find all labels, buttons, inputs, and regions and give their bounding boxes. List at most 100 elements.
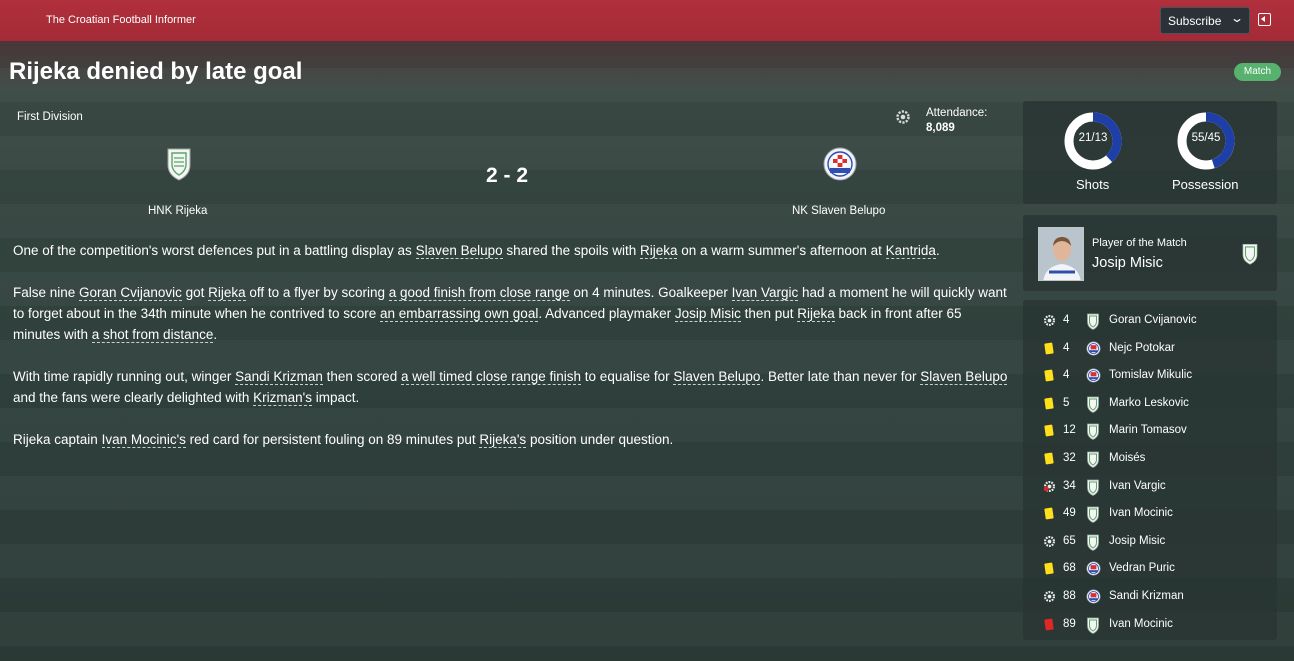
event-player[interactable]: Ivan Mocinic <box>1109 507 1173 519</box>
stadium-link[interactable]: Kantrida <box>885 243 936 259</box>
player-link[interactable]: Ivan Vargic <box>731 285 799 301</box>
event-minute: 4 <box>1063 314 1070 326</box>
team-link[interactable]: Rijeka <box>208 285 246 301</box>
report-paragraph: Rijeka captain Ivan Mocinic's red card f… <box>13 432 674 448</box>
attendance-label: Attendance: <box>926 107 988 119</box>
page-title: Rijeka denied by late goal <box>9 58 303 85</box>
event-player[interactable]: Ivan Mocinic <box>1109 618 1173 630</box>
yellow-card-icon <box>1044 507 1054 520</box>
player-link[interactable]: Ivan Mocinic's <box>101 432 186 448</box>
away-team-crest-icon <box>1086 341 1101 361</box>
player-link[interactable]: Sandi Krizman <box>235 369 323 385</box>
team-link[interactable]: Rijeka's <box>479 432 527 448</box>
team-link[interactable]: Rijeka <box>797 306 835 322</box>
event-player[interactable]: Moisés <box>1109 452 1145 464</box>
event-player[interactable]: Goran Cvijanovic <box>1109 314 1197 326</box>
report-paragraph: False nine Goran Cvijanovic got Rijeka o… <box>13 285 1007 343</box>
home-team-crest-icon <box>1086 313 1100 335</box>
event-minute: 68 <box>1063 562 1076 575</box>
goal-icon <box>1043 590 1056 603</box>
event-minute: 34 <box>1063 479 1076 492</box>
event-row[interactable]: 68 Vedran Puric <box>1023 558 1277 580</box>
event-row[interactable]: 65 Josip Misic <box>1023 531 1277 553</box>
yellow-card-icon <box>1044 342 1054 355</box>
match-report: One of the competition's worst defences … <box>13 240 1008 471</box>
away-team-crest-icon <box>1086 368 1101 388</box>
possession-value: 55/45 <box>1191 132 1221 144</box>
event-player[interactable]: Ivan Vargic <box>1109 480 1166 492</box>
player-of-match-label: Player of the Match <box>1092 237 1187 249</box>
match-badge[interactable]: Match <box>1234 63 1281 81</box>
event-minute: 65 <box>1063 534 1076 547</box>
event-row[interactable]: 4 Tomislav Mikulic <box>1023 365 1277 387</box>
event-minute: 32 <box>1063 452 1076 464</box>
publication-name: The Croatian Football Informer <box>46 14 196 26</box>
own-goal-icon <box>1043 480 1056 493</box>
event-player[interactable]: Marko Leskovic <box>1109 397 1189 409</box>
top-bar: The Croatian Football Informer Subscribe… <box>0 0 1294 41</box>
event-row[interactable]: 32 Moisés <box>1023 448 1277 470</box>
event-minute: 89 <box>1063 617 1076 630</box>
home-team-name[interactable]: HNK Rijeka <box>148 205 207 217</box>
event-player[interactable]: Josip Misic <box>1109 535 1165 547</box>
home-team-crest-icon <box>1086 617 1100 639</box>
highlight-link[interactable]: a shot from distance <box>91 327 214 343</box>
goal-icon <box>1043 314 1056 327</box>
event-minute: 49 <box>1063 507 1076 520</box>
team-link[interactable]: Rijeka <box>639 243 678 259</box>
report-paragraph: With time rapidly running out, winger Sa… <box>13 369 1008 406</box>
match-events-panel: 4 Goran Cvijanovic 4 Nejc Potokar 4 Tomislav … <box>1023 300 1277 640</box>
home-team-crest-icon <box>1086 534 1100 556</box>
yellow-card-icon <box>1044 369 1054 382</box>
away-team-crest-icon[interactable] <box>822 147 858 181</box>
event-player[interactable]: Sandi Krizman <box>1109 590 1184 602</box>
competition-name[interactable]: First Division <box>17 111 83 123</box>
player-avatar <box>1038 227 1084 281</box>
player-link[interactable]: Goran Cvijanovic <box>79 285 182 301</box>
yellow-card-icon <box>1044 452 1054 465</box>
chevron-down-icon: ⌄ <box>1229 11 1245 25</box>
match-score: 2 - 2 <box>486 164 529 187</box>
away-team-crest-icon <box>1086 589 1101 609</box>
event-row[interactable]: 4 Goran Cvijanovic <box>1023 310 1277 332</box>
shots-value: 21/13 <box>1078 132 1108 144</box>
team-link[interactable]: Slaven Belupo <box>415 243 503 259</box>
event-player[interactable]: Vedran Puric <box>1109 562 1175 574</box>
goal-icon <box>1043 535 1056 548</box>
event-row[interactable]: 34 Ivan Vargic <box>1023 476 1277 498</box>
team-link[interactable]: Slaven Belupo <box>673 369 761 385</box>
event-player[interactable]: Marin Tomasov <box>1109 424 1187 436</box>
event-minute: 4 <box>1063 341 1070 354</box>
home-team-crest-icon <box>1086 506 1100 528</box>
away-team-name[interactable]: NK Slaven Belupo <box>792 205 885 217</box>
highlight-link[interactable]: a good finish from close range <box>388 285 570 301</box>
collapse-panel-icon[interactable] <box>1258 13 1271 26</box>
subscribe-button[interactable]: Subscribe ⌄ <box>1160 7 1250 34</box>
event-row[interactable]: 12 Marin Tomasov <box>1023 420 1277 442</box>
home-team-crest-icon <box>1086 479 1100 501</box>
player-link[interactable]: Krizman's <box>253 390 312 406</box>
event-minute: 4 <box>1063 369 1070 382</box>
event-row[interactable]: 88 Sandi Krizman <box>1023 586 1277 608</box>
event-row[interactable]: 89 Ivan Mocinic <box>1023 614 1277 636</box>
team-crest-icon <box>1242 244 1258 265</box>
red-card-icon <box>1044 618 1054 631</box>
event-player[interactable]: Nejc Potokar <box>1109 342 1175 354</box>
home-team-crest-icon[interactable] <box>165 147 193 181</box>
home-team-crest-icon <box>1086 396 1100 418</box>
team-link[interactable]: Slaven Belupo <box>920 369 1008 385</box>
yellow-card-icon <box>1044 562 1054 575</box>
player-of-match-name[interactable]: Josip Misic <box>1092 255 1163 271</box>
yellow-card-icon <box>1044 424 1054 437</box>
highlight-link[interactable]: an embarrassing own goal <box>379 306 539 322</box>
player-of-match-panel[interactable]: Player of the Match Josip Misic <box>1023 215 1277 291</box>
attendance-value: 8,089 <box>926 122 955 134</box>
shots-label: Shots <box>1076 177 1110 192</box>
event-row[interactable]: 4 Nejc Potokar <box>1023 338 1277 360</box>
highlight-link[interactable]: a well timed close range finish <box>400 369 582 385</box>
possession-label: Possession <box>1172 177 1239 192</box>
event-row[interactable]: 49 Ivan Mocinic <box>1023 503 1277 525</box>
player-link[interactable]: Josip Misic <box>674 306 741 322</box>
event-row[interactable]: 5 Marko Leskovic <box>1023 393 1277 415</box>
event-player[interactable]: Tomislav Mikulic <box>1109 369 1192 381</box>
